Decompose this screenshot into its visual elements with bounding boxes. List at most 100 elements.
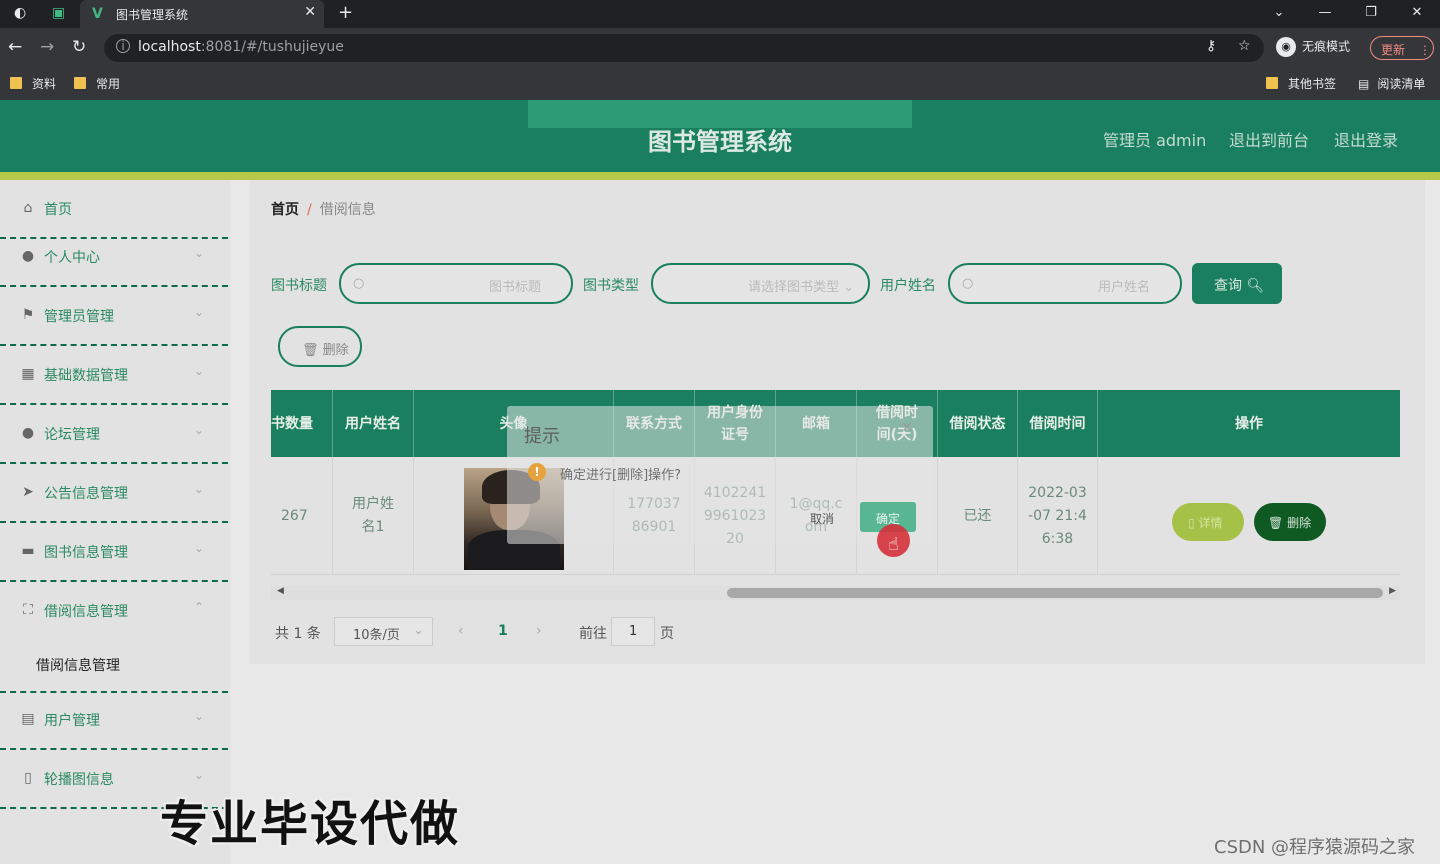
sidebar-item-label: 基础数据管理 [44, 368, 128, 384]
query-button[interactable]: 查询 🔍︎ [1192, 263, 1282, 304]
back-icon[interactable]: ← [8, 37, 22, 57]
breadcrumb-current: 借阅信息 [319, 202, 376, 218]
user-name-input[interactable]: ○ 用户姓名 [948, 263, 1182, 304]
col-header-quantity: 书数量 [271, 390, 333, 457]
update-button[interactable]: 更新 ⋮ [1370, 36, 1434, 60]
chevron-down-icon: ⌄ [413, 623, 424, 638]
header-accent-line [0, 172, 1440, 180]
delete-button[interactable]: 🗑︎ 删除 [1254, 503, 1326, 541]
cell-status: 已还 [938, 457, 1018, 575]
cell-user-name: 用户姓名1 [333, 457, 414, 575]
flag-icon: ⚑ [21, 307, 35, 323]
sidebar-item-basic-data[interactable]: ▦ 基础数据管理 ⌄ [0, 346, 228, 405]
chevron-down-icon: ⌄ [194, 709, 205, 723]
sidebar-item-profile[interactable]: ● 个人中心 ⌄ [0, 228, 228, 287]
more-icon[interactable]: ⋮ [1419, 43, 1431, 57]
book-title-input[interactable]: ○ 图书标题 [339, 263, 573, 304]
page-size-select[interactable]: 10条/页 ⌄ [334, 617, 433, 646]
address-bar: ← → ↻ i localhost:8081/#/tushujieyue ⚷ ☆… [0, 28, 1440, 68]
search-icon: ○ [353, 276, 365, 291]
bookmark-folder-1[interactable]: 常用 [74, 75, 120, 92]
sidebar-item-forum[interactable]: ● 论坛管理 ⌄ [0, 405, 228, 464]
sidebar-item-label: 论坛管理 [44, 427, 100, 443]
sidebar-item-books[interactable]: ▬ 图书信息管理 ⌄ [0, 523, 228, 582]
book-type-placeholder: 请选择图书类型 [747, 280, 839, 295]
sidebar-item-users[interactable]: ▤ 用户管理 ⌄ [0, 691, 228, 750]
cell-borrow-time: 2022-03-07 21:46:38 [1018, 457, 1098, 575]
detail-button[interactable]: ▯ 详情 [1172, 503, 1244, 541]
page-size-value: 10条/页 [353, 628, 400, 643]
prev-page-icon[interactable]: ‹ [458, 623, 464, 639]
scroll-right-icon[interactable]: ▶ [1389, 586, 1396, 596]
incognito-indicator[interactable]: ◉ 无痕模式 [1276, 37, 1350, 57]
sidebar-item-borrowing[interactable]: ⛶ 借阅信息管理 ⌃ [0, 582, 228, 693]
info-icon[interactable]: i [116, 39, 130, 53]
reload-icon[interactable]: ↻ [72, 37, 86, 57]
close-tab-icon[interactable]: ✕ [304, 4, 316, 20]
vue-icon: V [92, 6, 103, 22]
key-icon[interactable]: ⚷ [1206, 38, 1216, 54]
col-header-status: 借阅状态 [938, 390, 1018, 457]
phone-icon: ▯ [24, 770, 32, 786]
url-input[interactable]: i localhost:8081/#/tushujieyue ⚷ ☆ [104, 34, 1264, 62]
incognito-icon: ◉ [1276, 37, 1296, 57]
delete-label: 删除 [1287, 516, 1312, 530]
sidebar-item-label: 管理员管理 [44, 309, 114, 325]
dialog-cancel-button[interactable]: 取消 [801, 502, 849, 532]
scrollbar-thumb[interactable] [727, 588, 1383, 598]
app-icon[interactable]: ▣ [52, 5, 65, 21]
sidebar-item-admins[interactable]: ⚑ 管理员管理 ⌄ [0, 287, 228, 346]
scroll-left-icon[interactable]: ◀ [277, 586, 284, 596]
restore-icon[interactable]: ❐ [1348, 0, 1394, 26]
tab-title: 图书管理系统 [116, 8, 189, 22]
close-window-icon[interactable]: ✕ [1394, 0, 1440, 26]
tab-search-icon[interactable]: ⌄ [1256, 0, 1302, 26]
browser-logo-icon: ◐ [14, 5, 27, 21]
home-icon: ⌂ [23, 200, 33, 216]
goto-label: 前往 [579, 626, 607, 642]
page-number-current[interactable]: 1 [498, 623, 508, 639]
goto-page-input[interactable]: 1 [611, 617, 655, 646]
csdn-watermark: CSDN @程序猿源码之家 [1214, 837, 1416, 858]
forward-icon[interactable]: → [40, 37, 54, 57]
col-header-user-name: 用户姓名 [333, 390, 414, 457]
sidebar-item-label: 首页 [44, 202, 72, 218]
to-front-link[interactable]: 退出到前台 [1229, 127, 1309, 151]
minimize-icon[interactable]: — [1302, 0, 1348, 26]
breadcrumb-home[interactable]: 首页 [271, 202, 299, 218]
chevron-down-icon: ⌄ [194, 768, 205, 782]
sidebar-item-notices[interactable]: ➤ 公告信息管理 ⌄ [0, 464, 228, 523]
chevron-down-icon: ⌄ [843, 280, 854, 295]
frame-icon: ⛶ [23, 602, 33, 618]
new-tab-icon[interactable]: + [338, 2, 353, 23]
hand-cursor-icon: ☝ [888, 534, 899, 555]
trash-icon: 🗑︎ [302, 343, 319, 358]
other-bookmarks[interactable]: 其他书签 [1266, 75, 1336, 92]
chevron-up-icon: ⌃ [194, 600, 205, 614]
search-icon: ○ [962, 276, 974, 291]
bookmark-label: 常用 [96, 77, 121, 91]
bookmarks-bar: 资料 常用 其他书签 ▤ 阅读清单 [0, 68, 1440, 100]
book-title-label: 图书标题 [271, 278, 327, 294]
reading-list[interactable]: ▤ 阅读清单 [1358, 75, 1425, 92]
trash-icon: 🗑︎ [1268, 516, 1284, 530]
batch-delete-button[interactable]: 🗑︎ 删除 [278, 326, 362, 367]
breadcrumb: 首页 / 借阅信息 [271, 199, 376, 219]
bookmark-folder-0[interactable]: 资料 [10, 75, 56, 92]
logout-link[interactable]: 退出登录 [1334, 127, 1398, 151]
tab-strip: ◐ ▣ V 图书管理系统 ✕ + ⌄ — ❐ ✕ [0, 0, 1440, 28]
book-type-select[interactable]: 请选择图书类型 ⌄ [651, 263, 870, 304]
horizontal-scrollbar[interactable]: ◀ ▶ [271, 586, 1400, 600]
browser-tab[interactable]: V 图书管理系统 ✕ [80, 0, 324, 28]
star-icon[interactable]: ☆ [1238, 38, 1251, 54]
bookmark-label: 其他书签 [1288, 77, 1337, 91]
submenu-borrowing-info[interactable]: 借阅信息管理 [36, 655, 120, 675]
user-icon: ● [21, 425, 35, 441]
next-page-icon[interactable]: › [536, 623, 542, 639]
warning-icon: ! [528, 463, 546, 481]
book-type-label: 图书类型 [583, 278, 639, 294]
sidebar-item-label: 借阅信息管理 [44, 604, 128, 620]
folder-icon [1266, 77, 1278, 89]
close-icon[interactable]: ✕ [901, 420, 913, 436]
cell-quantity: 267 [271, 457, 333, 575]
